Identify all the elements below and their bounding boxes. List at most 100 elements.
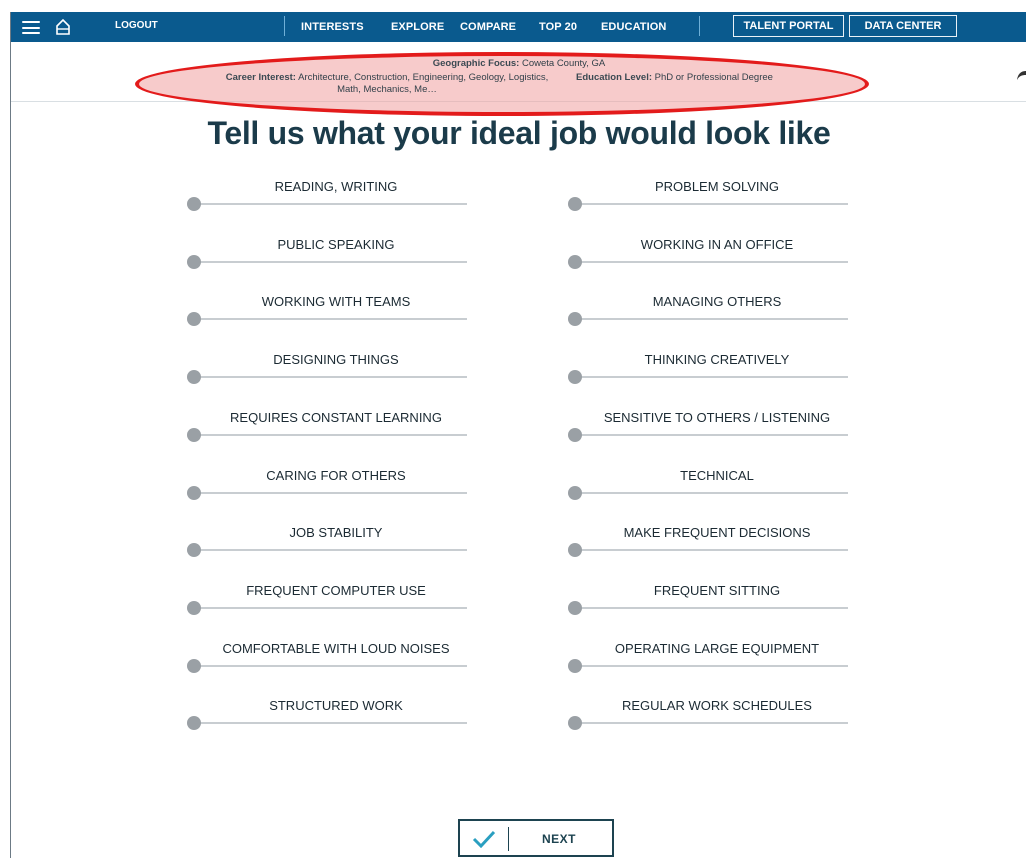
slider-track[interactable] (574, 606, 848, 609)
slider-track[interactable] (574, 376, 848, 379)
slider-handle[interactable] (187, 485, 201, 500)
preference-slider[interactable]: CARING FOR OTHERS (187, 468, 467, 516)
slider-handle[interactable] (568, 197, 582, 211)
geographic-focus-value: Coweta County, GA (521, 58, 606, 69)
slider-handle[interactable] (568, 254, 582, 269)
preference-slider[interactable]: THINKING CREATIVELY (568, 352, 848, 400)
slider-handle[interactable] (187, 600, 201, 615)
slider-label: PUBLIC SPEAKING (277, 236, 395, 252)
slider-label: WORKING WITH TEAMS (261, 294, 411, 310)
preference-slider[interactable]: TECHNICAL (568, 468, 848, 516)
career-interest-value: Architecture, Construction, Engineering,… (298, 72, 549, 95)
slider-label: REGULAR WORK SCHEDULES (622, 698, 812, 714)
slider-label: JOB STABILITY (289, 525, 383, 541)
nav-top-20[interactable]: TOP 20 (539, 21, 577, 33)
preference-slider[interactable]: DESIGNING THINGS (187, 352, 467, 400)
preference-slider[interactable]: MANAGING OTHERS (568, 294, 848, 342)
nav-explore[interactable]: EXPLORE (391, 21, 444, 33)
preference-slider[interactable]: PUBLIC SPEAKING (187, 237, 467, 285)
slider-handle[interactable] (568, 427, 582, 442)
slider-track[interactable] (193, 722, 467, 725)
slider-label: OPERATING LARGE EQUIPMENT (614, 640, 820, 656)
career-interest-label: Career Interest: (225, 72, 296, 83)
slider-label: READING, WRITING (274, 179, 398, 194)
slider-handle[interactable] (568, 600, 582, 615)
preference-slider[interactable]: REQUIRES CONSTANT LEARNING (187, 410, 467, 458)
education-level-label: Education Level: (576, 72, 653, 83)
slider-handle[interactable] (187, 427, 201, 442)
slider-handle[interactable] (568, 312, 582, 327)
slider-label: FREQUENT SITTING (653, 582, 781, 598)
slider-handle[interactable] (568, 485, 582, 500)
app-frame: LOGOUT INTERESTS EXPLORE COMPARE TOP 20 … (10, 12, 1026, 858)
slider-track[interactable] (574, 203, 848, 205)
slider-track[interactable] (193, 203, 467, 205)
preference-slider[interactable]: REGULAR WORK SCHEDULES (568, 698, 848, 746)
slider-track[interactable] (193, 260, 467, 263)
slider-track[interactable] (574, 260, 848, 263)
slider-track[interactable] (193, 549, 467, 552)
education-level-value: PhD or Professional Degree (654, 72, 773, 83)
nav-compare[interactable]: COMPARE (460, 21, 516, 33)
preference-slider[interactable]: PROBLEM SOLVING (568, 179, 848, 227)
slider-handle[interactable] (568, 370, 582, 385)
slider-track[interactable] (574, 318, 848, 321)
slider-handle[interactable] (568, 716, 582, 731)
slider-handle[interactable] (187, 254, 201, 269)
preference-slider[interactable]: STRUCTURED WORK (187, 698, 467, 746)
talent-portal-button[interactable]: TALENT PORTAL (733, 15, 844, 37)
career-interest: Career Interest: Architecture, Construct… (217, 72, 557, 96)
top-nav-bar: LOGOUT INTERESTS EXPLORE COMPARE TOP 20 … (11, 12, 1026, 42)
slider-label: WORKING IN AN OFFICE (640, 236, 794, 252)
preference-slider[interactable]: WORKING IN AN OFFICE (568, 237, 848, 285)
slider-track[interactable] (193, 606, 467, 609)
slider-track[interactable] (193, 433, 467, 436)
slider-handle[interactable] (187, 370, 201, 385)
slider-track[interactable] (574, 433, 848, 436)
preference-slider[interactable]: JOB STABILITY (187, 525, 467, 573)
slider-handle[interactable] (187, 197, 201, 211)
slider-handle[interactable] (187, 658, 201, 673)
preference-slider[interactable]: SENSITIVE TO OTHERS / LISTENING (568, 410, 848, 458)
next-button[interactable]: NEXT (458, 819, 614, 857)
slider-label: SENSITIVE TO OTHERS / LISTENING (603, 409, 831, 425)
preference-slider[interactable]: WORKING WITH TEAMS (187, 294, 467, 342)
slider-label: REQUIRES CONSTANT LEARNING (230, 409, 442, 425)
data-center-button[interactable]: DATA CENTER (849, 15, 957, 37)
slider-track[interactable] (574, 549, 848, 552)
slider-handle[interactable] (187, 543, 201, 558)
slider-label: DESIGNING THINGS (273, 352, 399, 368)
share-icon[interactable] (1016, 67, 1026, 81)
slider-track[interactable] (193, 664, 467, 667)
nav-education[interactable]: EDUCATION (601, 21, 666, 33)
preference-slider[interactable]: FREQUENT COMPUTER USE (187, 583, 467, 631)
nav-interests[interactable]: INTERESTS (301, 21, 364, 33)
slider-label: STRUCTURED WORK (269, 698, 403, 714)
slider-track[interactable] (193, 491, 467, 494)
slider-track[interactable] (574, 664, 848, 667)
slider-handle[interactable] (187, 312, 201, 327)
logout-link[interactable]: LOGOUT (115, 20, 158, 31)
preference-slider[interactable]: FREQUENT SITTING (568, 583, 848, 631)
home-icon[interactable] (55, 18, 71, 36)
slider-track[interactable] (574, 722, 848, 725)
preference-slider[interactable]: MAKE FREQUENT DECISIONS (568, 525, 848, 573)
slider-track[interactable] (193, 318, 467, 321)
preference-slider[interactable]: READING, WRITING (187, 179, 467, 227)
slider-handle[interactable] (187, 716, 201, 731)
slider-label: PROBLEM SOLVING (654, 179, 779, 194)
slider-label: CARING FOR OTHERS (266, 467, 406, 483)
geographic-focus: Geographic Focus: Coweta County, GA (11, 58, 1026, 69)
education-level: Education Level: PhD or Professional Deg… (576, 72, 773, 83)
geographic-focus-label: Geographic Focus: (432, 58, 520, 69)
slider-handle[interactable] (568, 543, 582, 558)
slider-label: MANAGING OTHERS (652, 294, 782, 310)
slider-track[interactable] (193, 376, 467, 379)
preference-slider[interactable]: OPERATING LARGE EQUIPMENT (568, 641, 848, 689)
slider-label: TECHNICAL (680, 467, 754, 483)
slider-label: MAKE FREQUENT DECISIONS (623, 525, 811, 541)
slider-handle[interactable] (568, 658, 582, 673)
slider-track[interactable] (574, 491, 848, 494)
hamburger-menu-icon[interactable] (22, 21, 40, 34)
preference-slider[interactable]: COMFORTABLE WITH LOUD NOISES (187, 641, 467, 689)
